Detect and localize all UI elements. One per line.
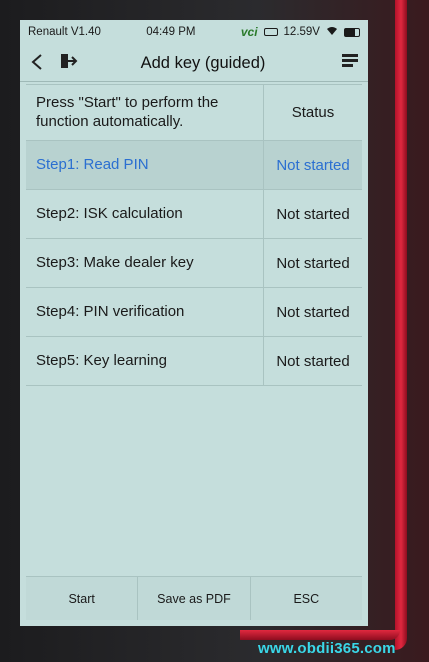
table-row-step1[interactable]: Step1: Read PIN Not started bbox=[26, 141, 362, 190]
esc-button[interactable]: ESC bbox=[251, 577, 362, 620]
device-shell: Renault V1.40 04:49 PM vci 12.59V Add ke… bbox=[0, 0, 429, 662]
table-row-step5[interactable]: Step5: Key learning Not started bbox=[26, 337, 362, 386]
table-row-step4[interactable]: Step4: PIN verification Not started bbox=[26, 288, 362, 337]
step-table: Press "Start" to perform the function au… bbox=[26, 84, 362, 386]
bottom-action-bar: Start Save as PDF ESC bbox=[26, 576, 362, 620]
step-status: Not started bbox=[276, 156, 350, 174]
table-header: Press "Start" to perform the function au… bbox=[26, 85, 362, 141]
voltage-readout: 12.59V bbox=[283, 26, 320, 38]
table-row-step3[interactable]: Step3: Make dealer key Not started bbox=[26, 239, 362, 288]
step-label: Step5: Key learning bbox=[26, 337, 264, 385]
status-indicators: vci 12.59V bbox=[241, 25, 360, 39]
exit-icon[interactable] bbox=[54, 53, 84, 74]
step-status: Not started bbox=[276, 254, 350, 272]
step-status: Not started bbox=[276, 303, 350, 321]
app-version: Renault V1.40 bbox=[28, 26, 101, 38]
watermark: www.obdii365.com bbox=[258, 640, 396, 657]
device-screen: Renault V1.40 04:49 PM vci 12.59V Add ke… bbox=[20, 20, 368, 626]
device-red-edge bbox=[395, 0, 407, 650]
status-column-header: Status bbox=[291, 104, 335, 121]
wifi-icon bbox=[326, 26, 338, 39]
back-arrow-icon[interactable] bbox=[20, 51, 54, 77]
save-as-pdf-button[interactable]: Save as PDF bbox=[138, 577, 251, 620]
page-title: Add key (guided) bbox=[140, 54, 266, 72]
step-label: Step4: PIN verification bbox=[26, 288, 264, 336]
step-status: Not started bbox=[276, 205, 350, 223]
step-label: Step1: Read PIN bbox=[26, 141, 264, 189]
status-bar: Renault V1.40 04:49 PM vci 12.59V bbox=[20, 20, 368, 44]
start-button[interactable]: Start bbox=[26, 577, 139, 620]
instruction-text: Press "Start" to perform the function au… bbox=[26, 85, 264, 140]
battery-icon bbox=[343, 27, 360, 37]
step-status: Not started bbox=[276, 352, 350, 370]
car-battery-icon bbox=[263, 28, 278, 36]
vci-icon: vci bbox=[240, 25, 258, 39]
device-red-bottom bbox=[240, 630, 400, 640]
step-label: Step2: ISK calculation bbox=[26, 190, 264, 238]
clock: 04:49 PM bbox=[146, 26, 196, 38]
title-bar: Add key (guided) bbox=[20, 46, 368, 82]
table-row-step2[interactable]: Step2: ISK calculation Not started bbox=[26, 190, 362, 239]
step-label: Step3: Make dealer key bbox=[26, 239, 264, 287]
menu-icon[interactable] bbox=[332, 53, 368, 74]
